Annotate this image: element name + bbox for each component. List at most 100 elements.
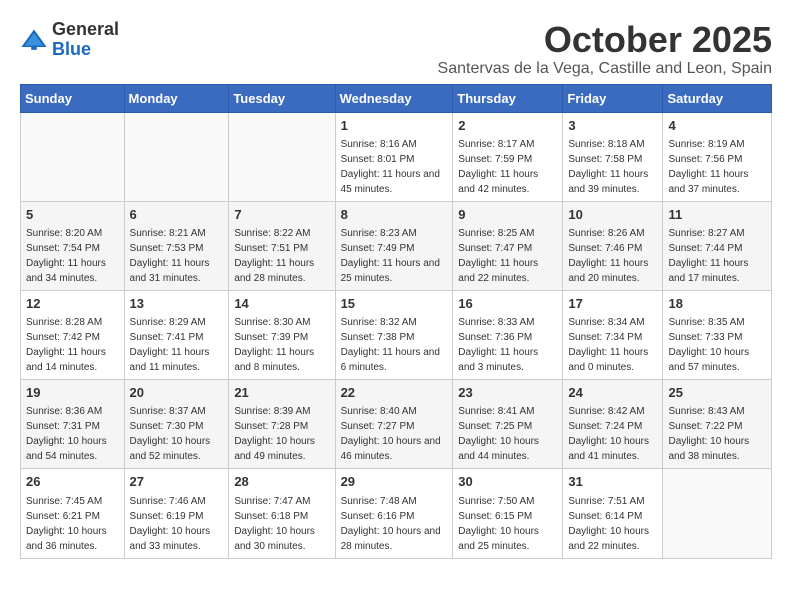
day-info: Sunrise: 8:22 AM Sunset: 7:51 PM Dayligh… — [234, 228, 314, 284]
day-info: Sunrise: 7:47 AM Sunset: 6:18 PM Dayligh… — [234, 496, 315, 552]
day-number: 2 — [458, 117, 557, 135]
logo: General Blue — [20, 20, 119, 60]
calendar-cell: 26 Sunrise: 7:45 AM Sunset: 6:21 PM Dayli… — [21, 469, 125, 558]
calendar-cell: 5 Sunrise: 8:20 AM Sunset: 7:54 PM Daylig… — [21, 201, 125, 290]
day-number: 8 — [341, 206, 448, 224]
day-number: 21 — [234, 384, 329, 402]
day-info: Sunrise: 8:32 AM Sunset: 7:38 PM Dayligh… — [341, 317, 440, 373]
day-number: 1 — [341, 117, 448, 135]
day-info: Sunrise: 8:33 AM Sunset: 7:36 PM Dayligh… — [458, 317, 538, 373]
day-number: 27 — [130, 473, 224, 491]
calendar-cell: 11Sunrise: 8:27 AM Sunset: 7:44 PM Dayli… — [663, 201, 772, 290]
day-info: Sunrise: 8:21 AM Sunset: 7:53 PM Dayligh… — [130, 228, 210, 284]
calendar-cell: 6 Sunrise: 8:21 AM Sunset: 7:53 PM Daylig… — [124, 201, 229, 290]
day-info: Sunrise: 8:23 AM Sunset: 7:49 PM Dayligh… — [341, 228, 440, 284]
day-number: 28 — [234, 473, 329, 491]
weekday-header-friday: Friday — [563, 84, 663, 112]
calendar-cell: 15Sunrise: 8:32 AM Sunset: 7:38 PM Dayli… — [335, 290, 453, 379]
calendar-cell: 24 Sunrise: 8:42 AM Sunset: 7:24 PM Dayli… — [563, 380, 663, 469]
day-number: 5 — [26, 206, 119, 224]
calendar-cell — [124, 112, 229, 201]
day-number: 9 — [458, 206, 557, 224]
calendar-cell: 12 Sunrise: 8:28 AM Sunset: 7:42 PM Dayli… — [21, 290, 125, 379]
calendar-week-4: 19 Sunrise: 8:36 AM Sunset: 7:31 PM Dayli… — [21, 380, 772, 469]
day-info: Sunrise: 8:36 AM Sunset: 7:31 PM Dayligh… — [26, 406, 107, 462]
calendar-cell — [229, 112, 335, 201]
page-header: General Blue October 2025 Santervas de l… — [20, 20, 772, 78]
day-info: Sunrise: 8:29 AM Sunset: 7:41 PM Dayligh… — [130, 317, 210, 373]
month-title: October 2025 — [438, 20, 772, 60]
calendar-cell: 27 Sunrise: 7:46 AM Sunset: 6:19 PM Dayli… — [124, 469, 229, 558]
calendar-cell — [21, 112, 125, 201]
day-number: 24 — [568, 384, 657, 402]
day-info: Sunrise: 8:30 AM Sunset: 7:39 PM Dayligh… — [234, 317, 314, 373]
calendar-cell: 8 Sunrise: 8:23 AM Sunset: 7:49 PM Daylig… — [335, 201, 453, 290]
weekday-header-thursday: Thursday — [453, 84, 563, 112]
calendar-cell: 18Sunrise: 8:35 AM Sunset: 7:33 PM Dayli… — [663, 290, 772, 379]
calendar-cell: 10Sunrise: 8:26 AM Sunset: 7:46 PM Dayli… — [563, 201, 663, 290]
calendar-cell: 2 Sunrise: 8:17 AM Sunset: 7:59 PM Daylig… — [453, 112, 563, 201]
calendar-cell: 31 Sunrise: 7:51 AM Sunset: 6:14 PM Dayli… — [563, 469, 663, 558]
weekday-header-sunday: Sunday — [21, 84, 125, 112]
day-number: 23 — [458, 384, 557, 402]
day-info: Sunrise: 8:34 AM Sunset: 7:34 PM Dayligh… — [568, 317, 648, 373]
day-info: Sunrise: 8:16 AM Sunset: 8:01 PM Dayligh… — [341, 139, 440, 195]
location-title: Santervas de la Vega, Castille and Leon,… — [438, 60, 772, 78]
calendar-cell: 25 Sunrise: 8:43 AM Sunset: 7:22 PM Dayli… — [663, 380, 772, 469]
weekday-header-tuesday: Tuesday — [229, 84, 335, 112]
day-number: 3 — [568, 117, 657, 135]
day-number: 7 — [234, 206, 329, 224]
day-info: Sunrise: 8:18 AM Sunset: 7:58 PM Dayligh… — [568, 139, 648, 195]
title-block: October 2025 Santervas de la Vega, Casti… — [438, 20, 772, 78]
calendar-cell: 14 Sunrise: 8:30 AM Sunset: 7:39 PM Dayli… — [229, 290, 335, 379]
day-info: Sunrise: 8:41 AM Sunset: 7:25 PM Dayligh… — [458, 406, 539, 462]
day-info: Sunrise: 8:19 AM Sunset: 7:56 PM Dayligh… — [668, 139, 748, 195]
logo-blue-text: Blue — [52, 39, 91, 59]
calendar-cell: 21 Sunrise: 8:39 AM Sunset: 7:28 PM Dayli… — [229, 380, 335, 469]
calendar-cell: 23 Sunrise: 8:41 AM Sunset: 7:25 PM Dayli… — [453, 380, 563, 469]
calendar-cell: 1 Sunrise: 8:16 AM Sunset: 8:01 PM Daylig… — [335, 112, 453, 201]
day-info: Sunrise: 8:43 AM Sunset: 7:22 PM Dayligh… — [668, 406, 749, 462]
day-number: 30 — [458, 473, 557, 491]
day-number: 4 — [668, 117, 766, 135]
day-info: Sunrise: 7:46 AM Sunset: 6:19 PM Dayligh… — [130, 496, 211, 552]
weekday-header-saturday: Saturday — [663, 84, 772, 112]
day-number: 17 — [568, 295, 657, 313]
day-info: Sunrise: 7:48 AM Sunset: 6:16 PM Dayligh… — [341, 496, 441, 552]
calendar-week-3: 12 Sunrise: 8:28 AM Sunset: 7:42 PM Dayli… — [21, 290, 772, 379]
calendar-week-2: 5 Sunrise: 8:20 AM Sunset: 7:54 PM Daylig… — [21, 201, 772, 290]
calendar-cell: 13 Sunrise: 8:29 AM Sunset: 7:41 PM Dayli… — [124, 290, 229, 379]
day-number: 25 — [668, 384, 766, 402]
day-info: Sunrise: 7:51 AM Sunset: 6:14 PM Dayligh… — [568, 496, 649, 552]
weekday-header-monday: Monday — [124, 84, 229, 112]
day-info: Sunrise: 7:50 AM Sunset: 6:15 PM Dayligh… — [458, 496, 539, 552]
day-number: 22 — [341, 384, 448, 402]
day-info: Sunrise: 7:45 AM Sunset: 6:21 PM Dayligh… — [26, 496, 107, 552]
day-info: Sunrise: 8:25 AM Sunset: 7:47 PM Dayligh… — [458, 228, 538, 284]
calendar-week-1: 1 Sunrise: 8:16 AM Sunset: 8:01 PM Daylig… — [21, 112, 772, 201]
day-info: Sunrise: 8:40 AM Sunset: 7:27 PM Dayligh… — [341, 406, 441, 462]
day-info: Sunrise: 8:28 AM Sunset: 7:42 PM Dayligh… — [26, 317, 106, 373]
calendar-cell: 7 Sunrise: 8:22 AM Sunset: 7:51 PM Daylig… — [229, 201, 335, 290]
day-number: 12 — [26, 295, 119, 313]
calendar-cell: 22 Sunrise: 8:40 AM Sunset: 7:27 PM Dayli… — [335, 380, 453, 469]
day-number: 16 — [458, 295, 557, 313]
day-info: Sunrise: 8:17 AM Sunset: 7:59 PM Dayligh… — [458, 139, 538, 195]
day-info: Sunrise: 8:39 AM Sunset: 7:28 PM Dayligh… — [234, 406, 315, 462]
calendar-week-5: 26 Sunrise: 7:45 AM Sunset: 6:21 PM Dayli… — [21, 469, 772, 558]
weekday-header-wednesday: Wednesday — [335, 84, 453, 112]
calendar-cell — [663, 469, 772, 558]
calendar-cell: 9 Sunrise: 8:25 AM Sunset: 7:47 PM Daylig… — [453, 201, 563, 290]
day-number: 31 — [568, 473, 657, 491]
calendar-cell: 16 Sunrise: 8:33 AM Sunset: 7:36 PM Dayli… — [453, 290, 563, 379]
day-info: Sunrise: 8:26 AM Sunset: 7:46 PM Dayligh… — [568, 228, 648, 284]
day-info: Sunrise: 8:20 AM Sunset: 7:54 PM Dayligh… — [26, 228, 106, 284]
day-info: Sunrise: 8:37 AM Sunset: 7:30 PM Dayligh… — [130, 406, 211, 462]
day-number: 26 — [26, 473, 119, 491]
day-number: 11 — [668, 206, 766, 224]
day-number: 6 — [130, 206, 224, 224]
day-info: Sunrise: 8:42 AM Sunset: 7:24 PM Dayligh… — [568, 406, 649, 462]
day-number: 19 — [26, 384, 119, 402]
day-number: 14 — [234, 295, 329, 313]
day-number: 13 — [130, 295, 224, 313]
